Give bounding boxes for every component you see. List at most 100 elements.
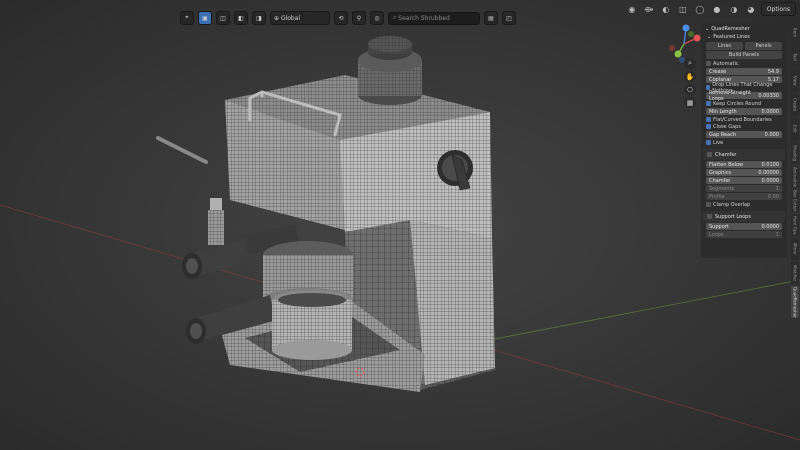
gap-reach-label: Gap Reach	[709, 131, 737, 138]
editor-type-button[interactable]: ⌖	[180, 11, 194, 25]
tab-item[interactable]: Item	[791, 22, 799, 44]
overlays-icon[interactable]: ◐	[659, 3, 673, 15]
view-icon: ◰	[506, 14, 512, 22]
viewport-overlay-controls: ◉ ⟴ ◐ ◫ ◯ ● ◑ ◕ Options	[625, 2, 796, 16]
gap-reach-field[interactable]: Gap Reach 0.000	[706, 131, 782, 138]
filter-button[interactable]: ▤	[484, 11, 498, 25]
keep-circles-label: Keep Circles Round	[713, 100, 762, 107]
build-panels-button[interactable]: Build Panels	[706, 51, 782, 59]
min-length-label: Min Length	[709, 108, 737, 115]
panel-collapse-icon: ⌄	[705, 25, 710, 32]
pivot-button[interactable]: ⟲	[334, 11, 348, 25]
panels-button[interactable]: Panels	[745, 42, 782, 50]
proportional-icon: ◎	[374, 14, 380, 22]
shading-material-icon[interactable]: ◑	[727, 3, 741, 15]
section-collapse-icon: ⌄	[707, 34, 712, 40]
select-invert-icon: ◨	[256, 14, 262, 22]
tab-mirror[interactable]: Mirror	[791, 238, 799, 260]
crease-value: 54.9	[767, 68, 779, 75]
shading-wire-icon[interactable]: ◯	[693, 3, 707, 15]
live-checkbox[interactable]: Live	[706, 139, 782, 146]
search-field[interactable]: ⌕ Search Shrubbed	[388, 11, 480, 25]
select-subtract-button[interactable]: ◧	[234, 11, 248, 25]
transform-orientation-value: Global	[280, 14, 301, 22]
camera-icon[interactable]: ⎔	[684, 84, 696, 95]
clamp-overlap-checkbox[interactable]: Clamp Overlap	[706, 201, 782, 208]
support-loops-label: Support Loops	[715, 213, 751, 220]
perspective-icon[interactable]: ▦	[684, 97, 696, 108]
tab-edit[interactable]: Edit	[791, 118, 799, 140]
shading-solid-icon[interactable]: ●	[710, 3, 724, 15]
flat-curved-checkbox[interactable]: Flat/Curved Boundaries	[706, 116, 782, 123]
3d-viewport[interactable]: ⌖ ▣ ◫ ◧ ◨ ⊕ Global ⟲ ⚲ ◎ ⌕ Search Shrubb…	[0, 0, 800, 450]
flat-curved-label: Flat/Curved Boundaries	[713, 116, 772, 123]
chamfer-subpanel-header[interactable]: Chamfer	[703, 149, 785, 160]
tab-animation[interactable]: Animation	[791, 166, 799, 188]
tab-create[interactable]: Create	[791, 94, 799, 116]
segments-value: 1	[775, 185, 779, 192]
tab-box-cutter[interactable]: Box Cutter	[791, 190, 799, 212]
zoom-icon[interactable]: ⌕	[684, 58, 696, 69]
lines-button[interactable]: Lines	[706, 42, 743, 50]
orientation-icon: ⊕	[274, 14, 281, 22]
checkbox-icon	[707, 214, 712, 219]
panel-title-label: QuadRemesher	[711, 25, 750, 32]
select-extend-button[interactable]: ◫	[216, 11, 230, 25]
live-label: Live	[713, 139, 724, 146]
profile-field[interactable]: Profile 0.50	[706, 193, 782, 200]
shading-render-icon[interactable]: ◕	[744, 3, 758, 15]
support-field[interactable]: Support 0.0000	[706, 223, 782, 230]
graphics-value: 0.00000	[758, 169, 779, 176]
loops-value: 1	[775, 231, 779, 238]
tab-modifier[interactable]: Modifier	[791, 262, 799, 284]
min-length-field[interactable]: Min Length 0.0000	[706, 108, 782, 115]
crease-label: Crease	[709, 68, 727, 75]
tab-tool[interactable]: Tool	[791, 46, 799, 68]
pivot-icon: ⟲	[338, 14, 344, 22]
cursor-icon: ⌖	[185, 14, 189, 21]
panel-title[interactable]: ⌄ QuadRemesher	[703, 24, 785, 33]
automatic-checkbox[interactable]: Automatic	[706, 60, 782, 67]
chamfer-field-label: Chamfer	[709, 177, 731, 184]
view-button[interactable]: ◰	[502, 11, 516, 25]
close-gaps-checkbox[interactable]: Close Gaps	[706, 123, 782, 130]
select-invert-button[interactable]: ◨	[252, 11, 266, 25]
crease-field[interactable]: Crease 54.9	[706, 68, 782, 75]
search-placeholder: Search Shrubbed	[398, 14, 450, 22]
xray-icon[interactable]: ◫	[676, 3, 690, 15]
tab-hard-ops[interactable]: Hard Ops	[791, 214, 799, 236]
flatten-below-label: Flatten Below	[709, 161, 744, 168]
featured-lines-section[interactable]: ⌄ Featured Lines	[703, 33, 785, 41]
remove-straight-field[interactable]: Remove Straight Loops 0.00330	[706, 90, 782, 102]
profile-label: Profile	[709, 193, 725, 200]
min-length-value: 0.0000	[761, 108, 780, 115]
checkbox-icon	[706, 117, 711, 122]
select-box-icon: ▣	[202, 14, 208, 22]
flatten-below-field[interactable]: Flatten Below 0.0100	[706, 161, 782, 168]
automatic-label: Automatic	[713, 60, 739, 67]
tab-quadremesher[interactable]: QuadRemesher	[791, 286, 799, 318]
proportional-button[interactable]: ◎	[370, 11, 384, 25]
select-subtract-icon: ◧	[238, 14, 244, 22]
segments-field[interactable]: Segments 1	[706, 185, 782, 192]
profile-value: 0.50	[767, 193, 779, 200]
graphics-label: Graphics	[709, 169, 732, 176]
select-box-button[interactable]: ▣	[198, 11, 212, 25]
options-button[interactable]: Options	[760, 2, 796, 16]
keep-circles-checkbox[interactable]: Keep Circles Round	[706, 100, 782, 107]
gizmo-toggle-icon[interactable]: ⟴	[642, 3, 656, 15]
featured-lines-label: Featured Lines	[713, 34, 750, 40]
snap-button[interactable]: ⚲	[352, 11, 366, 25]
transform-orientation-dropdown[interactable]: ⊕ Global	[270, 11, 330, 25]
pan-icon[interactable]: ✋	[684, 71, 696, 82]
chamfer-field[interactable]: Chamfer 0.0000	[706, 177, 782, 184]
tab-shading[interactable]: Shading	[791, 142, 799, 164]
loops-field[interactable]: Loops 1	[706, 231, 782, 238]
graphics-field[interactable]: Graphics 0.00000	[706, 169, 782, 176]
visibility-icon[interactable]: ◉	[625, 3, 639, 15]
support-loops-subpanel-header[interactable]: Support Loops	[703, 211, 785, 222]
loops-label: Loops	[709, 231, 724, 238]
tab-view[interactable]: View	[791, 70, 799, 92]
checkbox-icon	[706, 101, 711, 106]
clamp-overlap-label: Clamp Overlap	[713, 201, 751, 208]
